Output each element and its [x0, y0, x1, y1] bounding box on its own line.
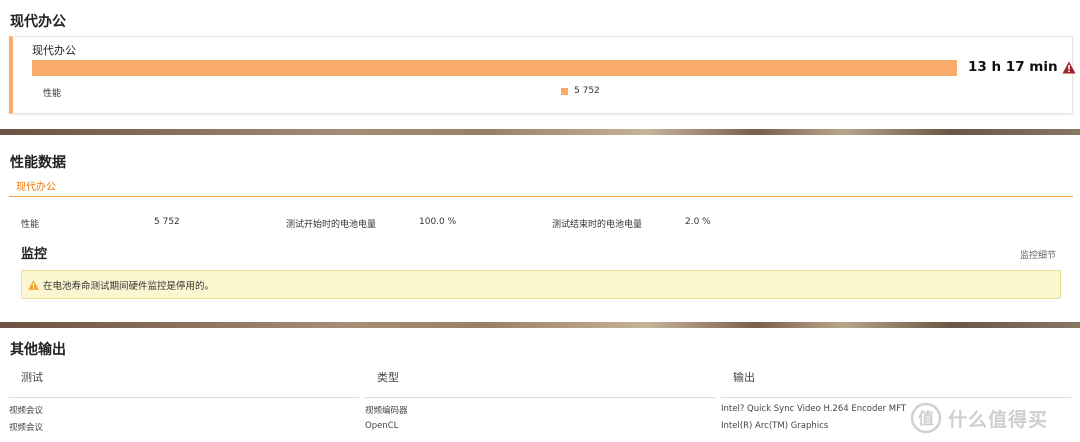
stat-value: 5 752 — [154, 217, 180, 227]
section-title-modern-office: 现代办公 — [10, 14, 66, 30]
alert-text: 在电池寿命测试期间硬件监控是停用的。 — [43, 280, 215, 292]
monitor-alert: 在电池寿命测试期间硬件监控是停用的。 — [21, 270, 1061, 299]
cell-type: OpenCL — [365, 421, 399, 431]
legend: 5 752 — [561, 86, 600, 96]
performance-label: 性能 — [43, 89, 62, 99]
tab-underline — [9, 196, 1073, 197]
legend-swatch — [561, 87, 568, 95]
section-title-performance-data: 性能数据 — [10, 155, 66, 171]
stat-value: 2.0 % — [685, 217, 711, 227]
cell-type: 视频编码器 — [365, 406, 408, 416]
stat-label: 性能 — [21, 220, 40, 230]
column-divider — [365, 397, 715, 398]
legend-value: 5 752 — [574, 86, 600, 96]
warning-icon — [28, 279, 39, 290]
result-display: 13 h 17 min — [968, 59, 1076, 75]
section-title-other-output: 其他输出 — [10, 342, 66, 358]
zhi-logo-icon: 值 — [910, 402, 942, 434]
stat-label: 测试开始时的电池电量 — [286, 220, 377, 230]
performance-bar-fill — [32, 60, 957, 76]
column-header-output: 输出 — [733, 371, 755, 384]
tab-modern-office[interactable]: 现代办公 — [16, 178, 56, 193]
monitor-title: 监控 — [21, 247, 48, 262]
performance-bar — [32, 60, 957, 76]
warning-triangle-icon[interactable] — [1062, 61, 1076, 74]
svg-text:值: 值 — [918, 409, 934, 428]
watermark: 值 什么值得买 — [910, 398, 1076, 438]
benchmark-card: 现代办公 13 h 17 min 性能 5 752 — [9, 36, 1076, 114]
column-divider — [9, 397, 359, 398]
column-header-test: 测试 — [21, 371, 43, 384]
cell-output: Intel? Quick Sync Video H.264 Encoder MF… — [721, 404, 907, 414]
stat-value: 100.0 % — [419, 217, 457, 227]
cell-output: Intel(R) Arc(TM) Graphics — [721, 421, 829, 431]
result-value: 13 h 17 min — [968, 59, 1058, 75]
monitor-details-link[interactable]: 监控细节 — [1020, 248, 1056, 261]
column-header-type: 类型 — [377, 371, 399, 384]
background-strip — [0, 322, 1080, 328]
cell-test: 视频会议 — [9, 406, 44, 416]
cell-test: 视频会议 — [9, 423, 44, 433]
background-strip — [0, 129, 1080, 135]
watermark-text: 什么值得买 — [948, 408, 1049, 431]
stat-label: 测试结束时的电池电量 — [552, 220, 643, 230]
card-title: 现代办公 — [32, 44, 76, 57]
